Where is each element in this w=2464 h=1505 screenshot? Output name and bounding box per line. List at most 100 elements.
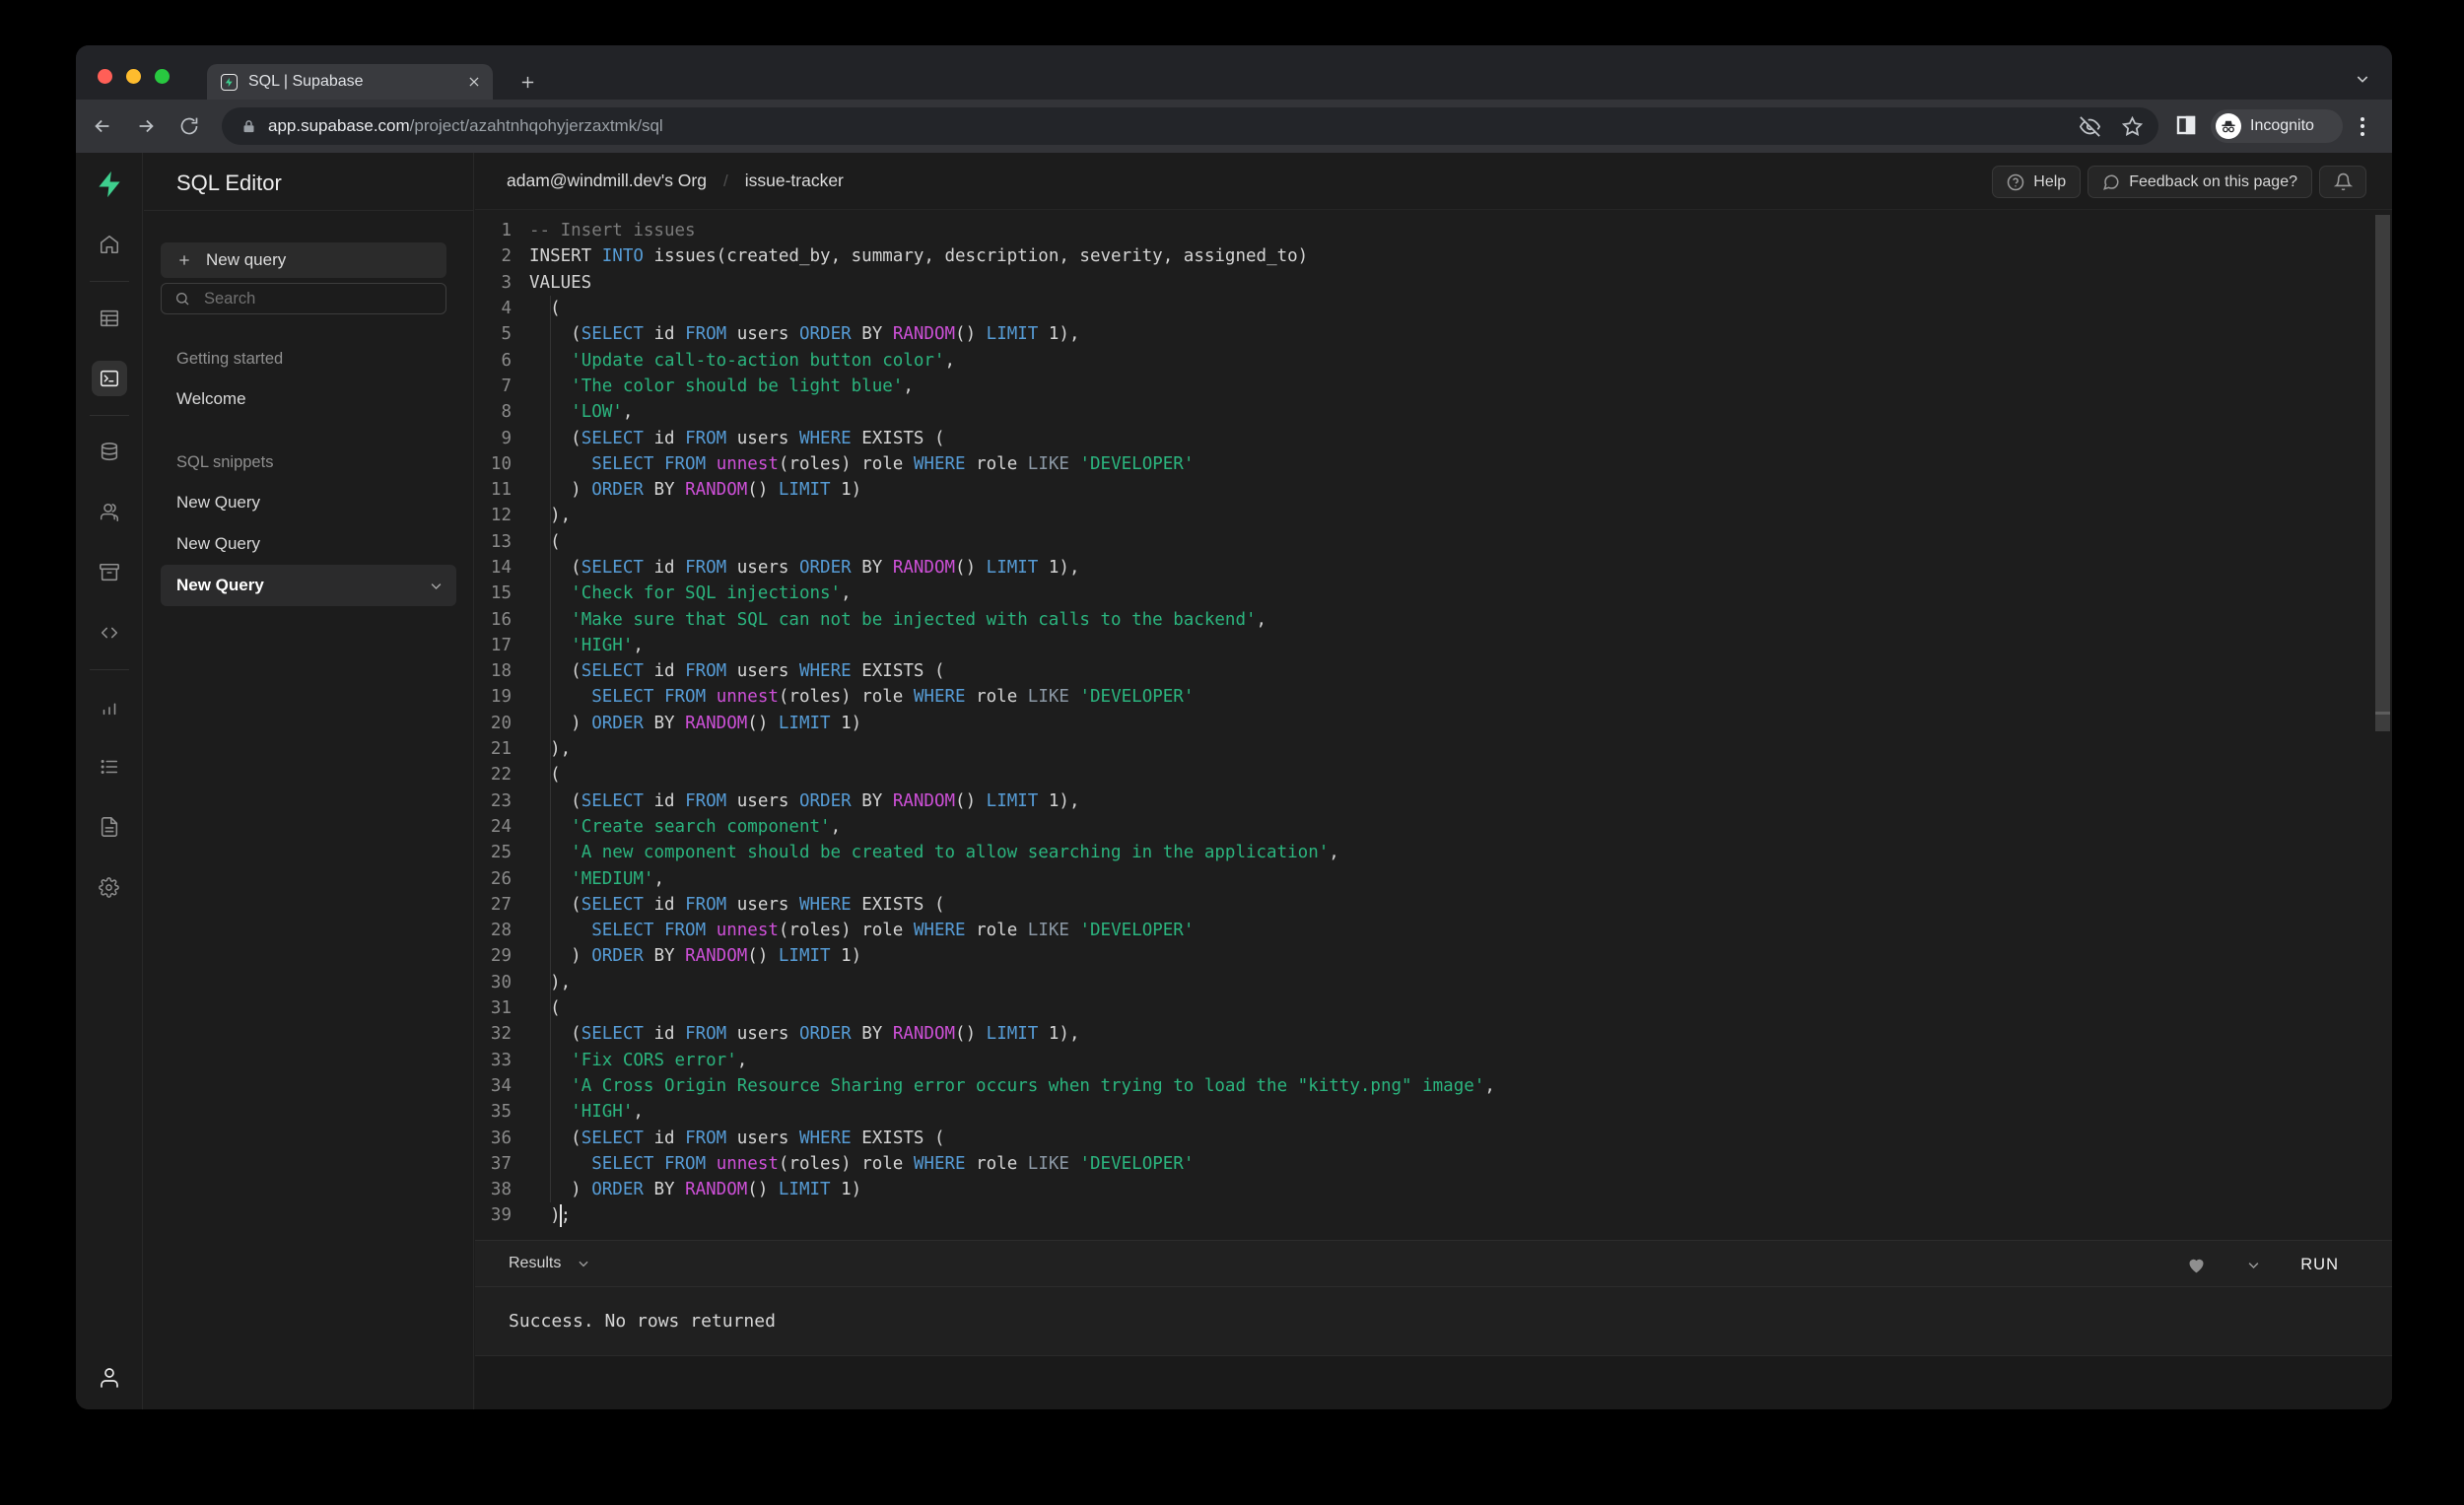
rail-divider xyxy=(89,669,129,670)
code-text: SELECT FROM unnest(roles) role WHERE rol… xyxy=(591,921,1195,941)
favorite-heart-icon[interactable] xyxy=(2186,1255,2207,1275)
rail-icon-table-editor[interactable] xyxy=(92,301,127,336)
code-line-20[interactable]: 20 ) ORDER BY RANDOM() LIMIT 1) xyxy=(475,711,2392,736)
browser-tab[interactable]: SQL | Supabase xyxy=(207,64,493,100)
line-number: 17 xyxy=(490,635,512,655)
code-line-31[interactable]: 31 ( xyxy=(475,995,2392,1021)
browser-menu-icon[interactable] xyxy=(2359,113,2366,139)
code-line-38[interactable]: 38 ) ORDER BY RANDOM() LIMIT 1) xyxy=(475,1177,2392,1202)
code-line-12[interactable]: 12 ), xyxy=(475,503,2392,528)
new-tab-button[interactable] xyxy=(513,68,541,96)
code-line-18[interactable]: 18 (SELECT id FROM users WHERE EXISTS ( xyxy=(475,658,2392,684)
rail-icon-account[interactable] xyxy=(92,1360,127,1396)
code-line-33[interactable]: 33 'Fix CORS error', xyxy=(475,1048,2392,1073)
line-number: 28 xyxy=(490,921,512,941)
code-line-13[interactable]: 13 ( xyxy=(475,529,2392,555)
close-window-button[interactable] xyxy=(98,69,112,84)
code-line-5[interactable]: 5 (SELECT id FROM users ORDER BY RANDOM(… xyxy=(475,321,2392,347)
code-line-32[interactable]: 32 (SELECT id FROM users ORDER BY RANDOM… xyxy=(475,1021,2392,1047)
code-line-39[interactable]: 39 ); xyxy=(475,1202,2392,1228)
chevron-down-icon xyxy=(577,1257,590,1270)
rail-icon-supabase-logo[interactable] xyxy=(92,167,127,202)
feedback-button[interactable]: Feedback on this page? xyxy=(2088,166,2312,198)
code-line-11[interactable]: 11 ) ORDER BY RANDOM() LIMIT 1) xyxy=(475,477,2392,503)
code-line-36[interactable]: 36 (SELECT id FROM users WHERE EXISTS ( xyxy=(475,1125,2392,1150)
line-number: 36 xyxy=(490,1128,512,1148)
sidebar-item-welcome[interactable]: Welcome xyxy=(161,378,456,420)
code-line-3[interactable]: 3 VALUES xyxy=(475,270,2392,296)
chevron-down-icon[interactable] xyxy=(429,579,444,593)
rail-icon-database[interactable] xyxy=(92,435,127,470)
code-line-29[interactable]: 29 ) ORDER BY RANDOM() LIMIT 1) xyxy=(475,943,2392,969)
code-line-2[interactable]: 2 INSERT INTO issues(created_by, summary,… xyxy=(475,243,2392,269)
code-line-17[interactable]: 17 'HIGH', xyxy=(475,633,2392,658)
help-button[interactable]: Help xyxy=(1992,166,2082,198)
incognito-badge[interactable]: Incognito xyxy=(2211,109,2343,143)
rail-icon-settings[interactable] xyxy=(92,869,127,905)
back-icon[interactable] xyxy=(88,115,117,137)
code-line-7[interactable]: 7 'The color should be light blue', xyxy=(475,374,2392,399)
run-button[interactable]: RUN xyxy=(2300,1256,2339,1274)
code-line-22[interactable]: 22 ( xyxy=(475,762,2392,787)
rail-icon-docs[interactable] xyxy=(92,809,127,845)
code-line-8[interactable]: 8 'LOW', xyxy=(475,399,2392,425)
side-panel-icon[interactable] xyxy=(2174,113,2198,137)
bookmark-star-icon[interactable] xyxy=(2122,115,2143,137)
code-line-19[interactable]: 19 SELECT FROM unnest(roles) role WHERE … xyxy=(475,684,2392,710)
code-line-4[interactable]: 4 ( xyxy=(475,296,2392,321)
code-line-16[interactable]: 16 'Make sure that SQL can not be inject… xyxy=(475,606,2392,632)
code-line-15[interactable]: 15 'Check for SQL injections', xyxy=(475,581,2392,606)
editor-scrollbar[interactable] xyxy=(2375,215,2390,731)
results-dropdown[interactable]: Results xyxy=(509,1255,590,1272)
sidebar-item-new-query[interactable]: New Query xyxy=(161,482,456,523)
code-line-26[interactable]: 26 'MEDIUM', xyxy=(475,865,2392,891)
search-input[interactable]: Search xyxy=(161,283,446,314)
code-line-21[interactable]: 21 ), xyxy=(475,736,2392,762)
code-line-9[interactable]: 9 (SELECT id FROM users WHERE EXISTS ( xyxy=(475,425,2392,450)
new-query-button[interactable]: New query xyxy=(161,242,446,278)
forward-icon[interactable] xyxy=(131,115,161,137)
sidebar-section-label: Getting started xyxy=(176,350,284,368)
code-line-10[interactable]: 10 SELECT FROM unnest(roles) role WHERE … xyxy=(475,451,2392,477)
rail-icon-sql-editor[interactable] xyxy=(91,361,127,396)
tab-overflow-chevron-icon[interactable] xyxy=(2355,71,2370,87)
rail-icon-code[interactable] xyxy=(92,615,127,650)
address-bar[interactable]: app.supabase.com/project/azahtnhqohyjerz… xyxy=(222,107,2158,145)
code-text: (SELECT id FROM users ORDER BY RANDOM() … xyxy=(529,790,1080,811)
results-message: Success. No rows returned xyxy=(475,1287,2392,1355)
code-line-30[interactable]: 30 ), xyxy=(475,970,2392,995)
rail-icon-logs[interactable] xyxy=(92,749,127,785)
code-line-28[interactable]: 28 SELECT FROM unnest(roles) role WHERE … xyxy=(475,918,2392,943)
save-options-chevron-icon[interactable] xyxy=(2246,1258,2261,1272)
code-line-14[interactable]: 14 (SELECT id FROM users ORDER BY RANDOM… xyxy=(475,555,2392,581)
eye-off-icon[interactable] xyxy=(2080,115,2100,137)
rail-icon-reports[interactable] xyxy=(92,689,127,724)
rail-icon-auth[interactable] xyxy=(92,495,127,530)
zoom-window-button[interactable] xyxy=(155,69,170,84)
sql-code-editor[interactable]: 1 -- Insert issues 2 INSERT INTO issues(cre… xyxy=(475,210,2392,1240)
code-line-35[interactable]: 35 'HIGH', xyxy=(475,1099,2392,1125)
code-line-34[interactable]: 34 'A Cross Origin Resource Sharing erro… xyxy=(475,1073,2392,1099)
tab-close-icon[interactable] xyxy=(467,75,481,89)
code-line-25[interactable]: 25 'A new component should be created to… xyxy=(475,840,2392,865)
code-line-23[interactable]: 23 (SELECT id FROM users ORDER BY RANDOM… xyxy=(475,788,2392,814)
rail-icon-home[interactable] xyxy=(92,227,127,262)
sidebar-item-new-query[interactable]: New Query xyxy=(161,523,456,565)
line-number: 9 xyxy=(501,428,512,448)
sidebar-item-new-query[interactable]: New Query xyxy=(161,565,456,606)
code-text: 'HIGH', xyxy=(571,1102,644,1123)
code-line-6[interactable]: 6 'Update call-to-action button color', xyxy=(475,347,2392,373)
breadcrumb-item[interactable]: issue-tracker xyxy=(745,171,844,191)
reload-icon[interactable] xyxy=(174,116,204,136)
rail-icon-storage[interactable] xyxy=(92,555,127,590)
notifications-button[interactable] xyxy=(2319,166,2366,198)
line-number: 33 xyxy=(490,1050,512,1070)
breadcrumb-item[interactable]: adam@windmill.dev's Org xyxy=(507,171,707,191)
page-title: SQL Editor xyxy=(176,171,282,195)
code-line-37[interactable]: 37 SELECT FROM unnest(roles) role WHERE … xyxy=(475,1151,2392,1177)
minimize-window-button[interactable] xyxy=(126,69,141,84)
line-number: 32 xyxy=(490,1024,512,1045)
code-line-1[interactable]: 1 -- Insert issues xyxy=(475,218,2392,243)
code-line-24[interactable]: 24 'Create search component', xyxy=(475,814,2392,840)
code-line-27[interactable]: 27 (SELECT id FROM users WHERE EXISTS ( xyxy=(475,892,2392,918)
